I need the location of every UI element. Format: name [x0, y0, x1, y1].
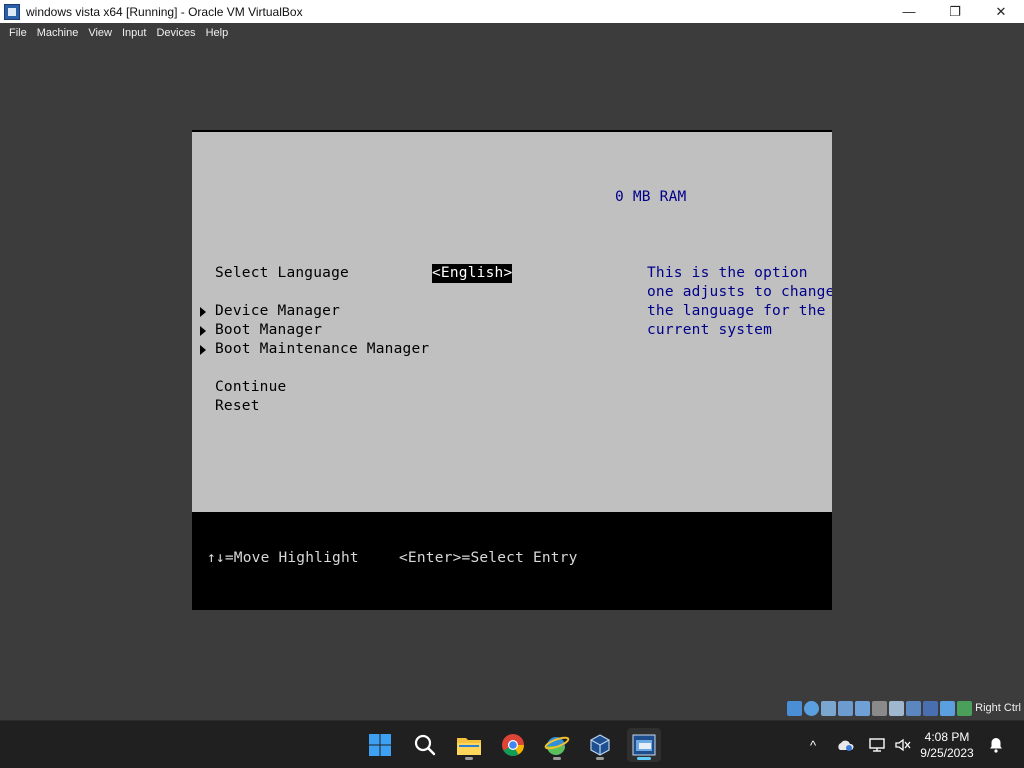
onedrive-button[interactable] [834, 721, 856, 768]
virtualbox-app-icon [4, 3, 20, 20]
help-text-line-1: This is the option [647, 265, 808, 281]
edge-button[interactable] [540, 728, 574, 762]
chrome-icon [502, 734, 524, 756]
host-key-label: Right Ctrl [975, 702, 1021, 714]
boot-maintenance-manager-item[interactable]: Boot Maintenance Manager [215, 340, 429, 359]
menu-machine[interactable]: Machine [32, 27, 84, 39]
display-icon[interactable] [889, 701, 904, 716]
vm-display[interactable]: 0 MB RAM Select Language <English> Devic… [192, 130, 832, 610]
start-button[interactable] [363, 728, 397, 762]
window-controls: — ❐ ✕ [886, 0, 1024, 23]
taskbar: ^ 4:08 PM 9/25/2023 [0, 720, 1024, 768]
menu-bar: File Machine View Input Devices Help [0, 23, 1024, 42]
select-language-label: Select Language [215, 265, 349, 281]
audio-icon[interactable] [821, 701, 836, 716]
reset-item[interactable]: Reset [215, 397, 260, 416]
mouse-integration-icon[interactable] [940, 701, 955, 716]
optical-drive-icon[interactable] [804, 701, 819, 716]
usb-icon[interactable] [855, 701, 870, 716]
virtualbox-icon [590, 734, 610, 756]
boot-manager-item[interactable]: Boot Manager [215, 321, 322, 340]
clock-date: 9/25/2023 [920, 746, 974, 760]
network-tray-button[interactable] [866, 721, 888, 768]
shared-folders-icon[interactable] [872, 701, 887, 716]
virtualbox-status-bar: Right Ctrl [0, 698, 1024, 720]
window-title: windows vista x64 [Running] - Oracle VM … [26, 4, 303, 19]
virtualbox-button[interactable] [583, 728, 617, 762]
vm-footer: ↑↓=Move Highlight <Enter>=Select Entry [192, 512, 832, 610]
menu-devices[interactable]: Devices [151, 27, 200, 39]
continue-item[interactable]: Continue [215, 378, 286, 397]
cpu-icon[interactable] [923, 701, 938, 716]
hard-disk-icon[interactable] [787, 701, 802, 716]
clock-time: 4:08 PM [924, 730, 970, 744]
language-value[interactable]: <English> [432, 264, 513, 283]
volume-muted-icon [895, 738, 911, 752]
help-text-line-4: current system [647, 322, 773, 338]
footer-select-hint: <Enter>=Select Entry [399, 550, 578, 566]
vm-top-border [192, 130, 832, 132]
windows-logo-icon [369, 734, 391, 756]
bell-icon [990, 738, 1002, 753]
menu-input[interactable]: Input [117, 27, 151, 39]
edge-icon [544, 736, 570, 755]
search-icon [414, 734, 436, 756]
file-explorer-button[interactable] [452, 728, 486, 762]
window-title-bar: windows vista x64 [Running] - Oracle VM … [0, 0, 1024, 23]
vista-vm-icon [632, 734, 656, 756]
help-text-line-2: one adjusts to change [647, 284, 832, 300]
menu-file[interactable]: File [4, 27, 32, 39]
menu-help[interactable]: Help [201, 27, 234, 39]
keyboard-icon[interactable] [957, 701, 972, 716]
search-button[interactable] [408, 728, 442, 762]
submenu-arrow-icon [200, 326, 206, 336]
clock[interactable]: 4:08 PM 9/25/2023 [912, 729, 982, 761]
ram-info: 0 MB RAM [615, 189, 687, 205]
minimize-button[interactable]: — [886, 0, 932, 23]
file-explorer-icon [457, 738, 481, 755]
submenu-arrow-icon [200, 307, 206, 317]
tray-overflow-button[interactable]: ^ [802, 721, 824, 768]
network-icon [869, 738, 885, 752]
submenu-arrow-icon [200, 345, 206, 355]
footer-move-hint: ↑↓=Move Highlight [207, 550, 359, 566]
volume-tray-button[interactable] [892, 721, 914, 768]
menu-view[interactable]: View [83, 27, 117, 39]
help-text-line-3: the language for the [647, 303, 826, 319]
onedrive-icon [838, 740, 854, 751]
maximize-button[interactable]: ❐ [932, 0, 978, 23]
device-manager-item[interactable]: Device Manager [215, 302, 340, 321]
notifications-button[interactable] [986, 721, 1006, 768]
vista-vm-button[interactable] [627, 728, 661, 762]
close-button[interactable]: ✕ [978, 0, 1024, 23]
chrome-button[interactable] [496, 728, 530, 762]
network-icon[interactable] [838, 701, 853, 716]
video-capture-icon[interactable] [906, 701, 921, 716]
